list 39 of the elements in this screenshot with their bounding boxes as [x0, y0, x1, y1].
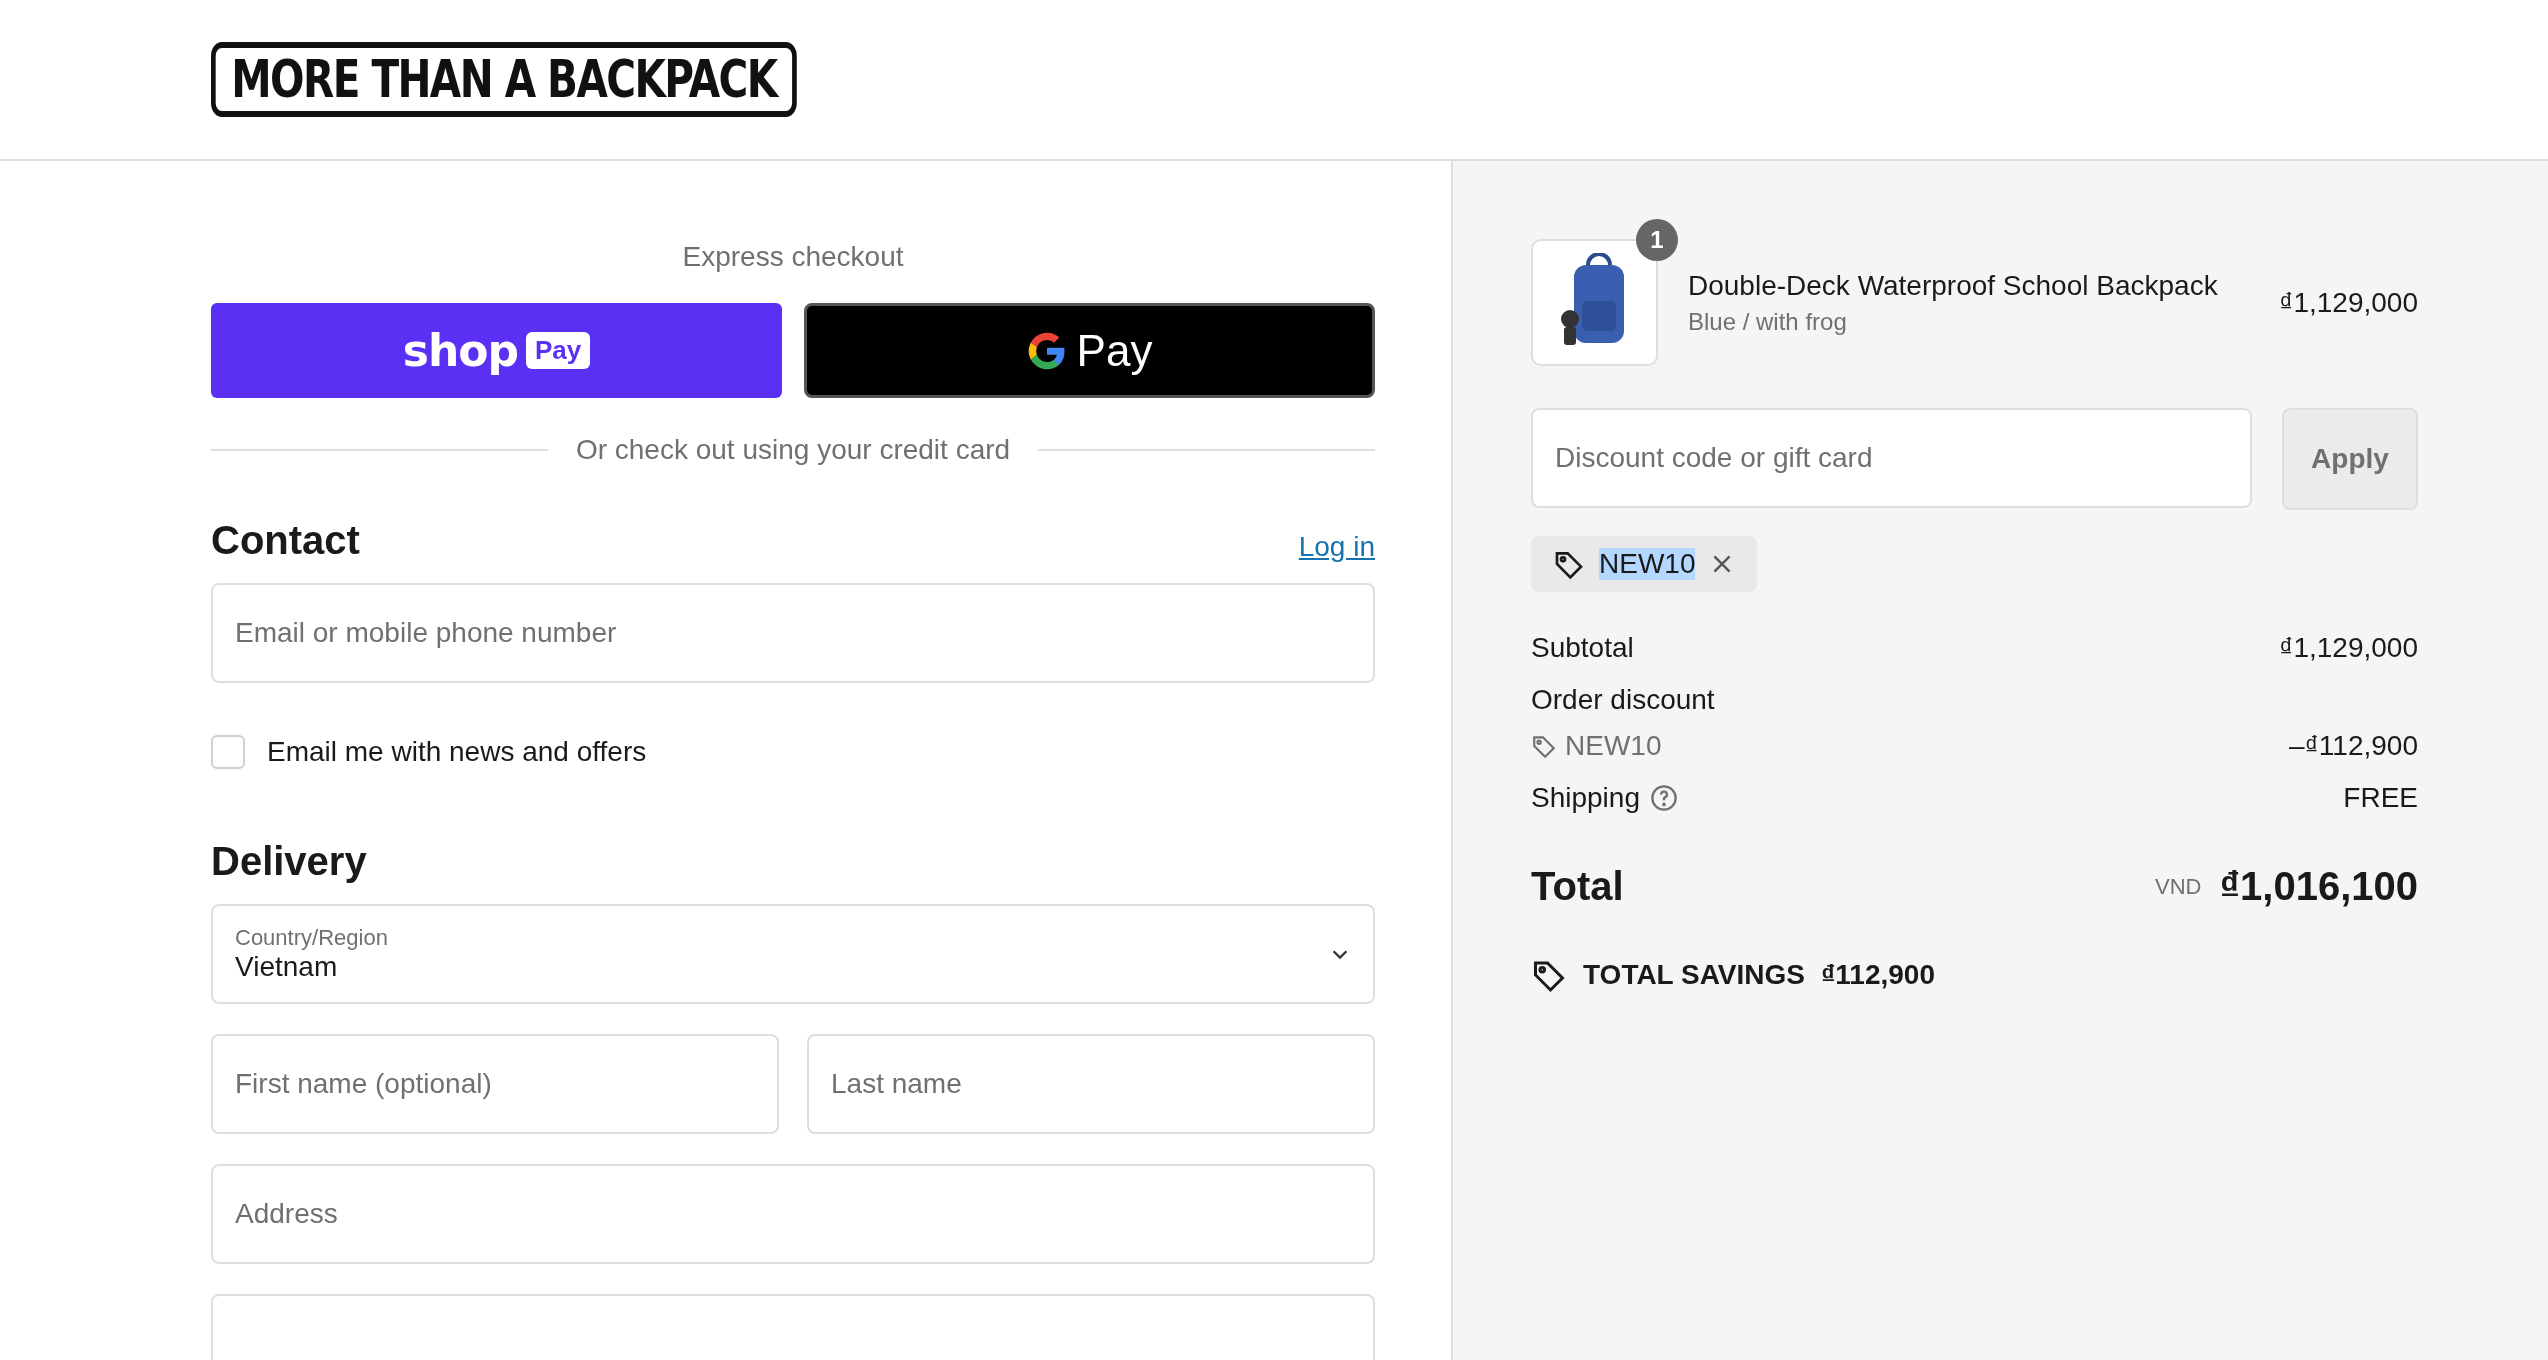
shop-pay-button[interactable]: shop Pay: [211, 303, 782, 398]
product-price: ₫1,129,000: [2279, 286, 2418, 319]
product-variant: Blue / with frog: [1688, 307, 1848, 336]
help-icon[interactable]: [1650, 784, 1678, 812]
discount-code: NEW10: [1599, 548, 1696, 580]
quantity-badge: 1: [1636, 219, 1678, 261]
line-value: FREE: [2343, 782, 2418, 814]
total-value: ₫1,016,100: [2219, 864, 2418, 909]
line-label: Subtotal: [1531, 632, 1634, 664]
store-logo[interactable]: MORE THAN A BACKPACK: [211, 42, 797, 117]
apply-button[interactable]: Apply: [2282, 408, 2418, 510]
input-field[interactable]: First name (optional): [211, 1034, 779, 1134]
total-label: Total: [1531, 864, 1624, 909]
divider-text: Or check out using your credit card: [575, 434, 1011, 466]
section-title: Delivery: [211, 839, 367, 884]
google-pay-button[interactable]: Pay: [804, 303, 1375, 398]
country-select[interactable]: Country/Region Vietnam: [211, 904, 1375, 1004]
express-checkout-title: Express checkout: [681, 241, 905, 273]
login-link[interactable]: Log in: [1298, 531, 1375, 563]
product-name: Double-Deck Waterproof School Backpack: [1688, 269, 2219, 302]
tag-icon: [1531, 733, 1557, 759]
line-label: Order discount: [1531, 684, 1715, 716]
line-value: ₫1,129,000: [2279, 632, 2418, 664]
line-value: –₫112,900: [2288, 730, 2418, 762]
checkbox-label: Email me with news and offers: [267, 736, 647, 768]
discount-code: NEW10: [1565, 730, 1662, 762]
input-field[interactable]: Last name: [807, 1034, 1375, 1134]
g-logo-icon: [1026, 330, 1067, 371]
savings-label: TOTAL SAVINGS: [1583, 959, 1805, 991]
savings-value: ₫112,900: [1820, 959, 1935, 991]
checkbox[interactable]: [211, 735, 245, 769]
line-label: Shipping: [1531, 782, 1640, 814]
field-label: Country/Region: [235, 925, 389, 951]
input-field[interactable]: Email or mobile phone number: [211, 583, 1375, 683]
currency-code: VND: [2155, 873, 2202, 900]
section-title: Contact: [211, 518, 360, 563]
input-field[interactable]: Discount code or gift card: [1531, 408, 2252, 508]
select-value: Vietnam: [235, 951, 339, 983]
input-field[interactable]: Address: [211, 1164, 1375, 1264]
